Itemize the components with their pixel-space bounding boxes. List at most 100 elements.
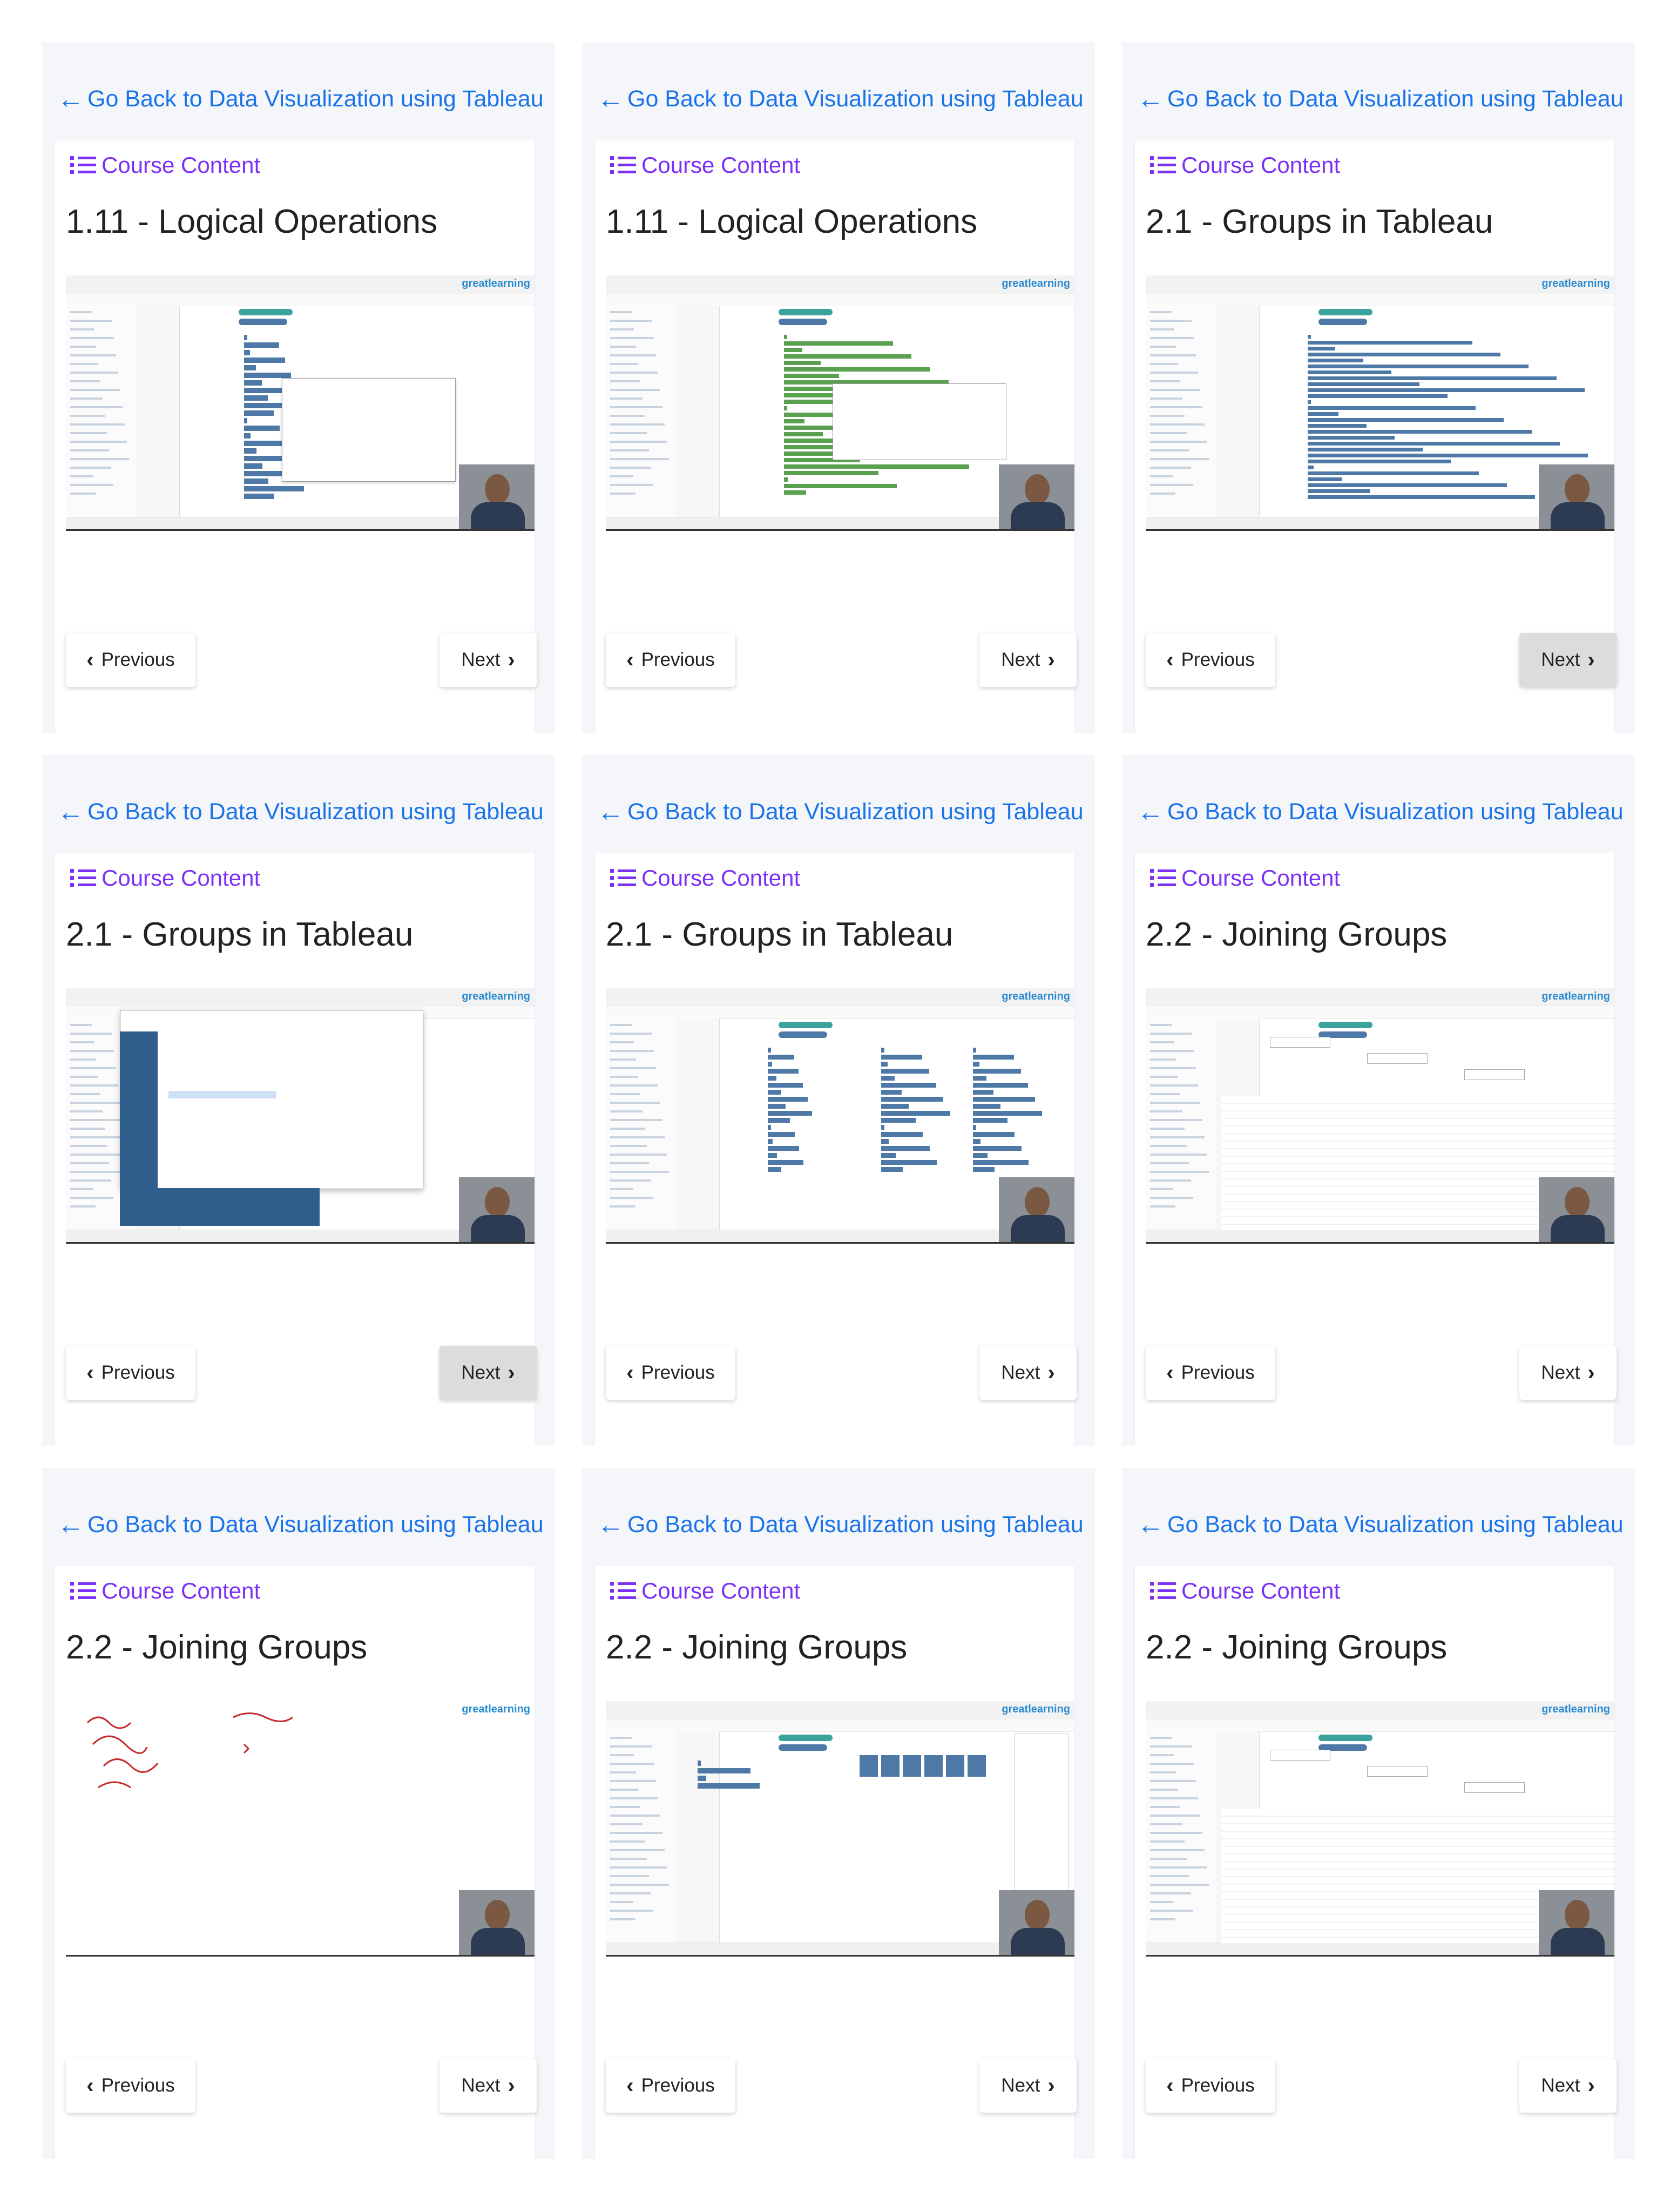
lesson-video[interactable]: greatlearning xyxy=(66,988,535,1244)
next-button[interactable]: Next › xyxy=(1519,1346,1617,1400)
lesson-video[interactable]: greatlearning xyxy=(1146,988,1614,1244)
chart-bar xyxy=(1308,335,1311,339)
previous-button[interactable]: ‹ Previous xyxy=(66,2059,195,2113)
chart-bar xyxy=(903,1755,921,1777)
chart-bar xyxy=(924,1755,943,1777)
next-button[interactable]: Next › xyxy=(439,633,537,687)
chart-bar xyxy=(244,448,256,454)
table-box xyxy=(1270,1750,1330,1761)
next-label: Next xyxy=(461,649,501,670)
chart-bar xyxy=(1308,388,1585,392)
back-link[interactable]: ← Go Back to Data Visualization using Tab… xyxy=(597,85,1084,112)
chart-bar xyxy=(881,1048,884,1053)
chart-bar xyxy=(768,1111,812,1116)
lesson-panel: ← Go Back to Data Visualization using Tab… xyxy=(42,42,555,733)
previous-label: Previous xyxy=(1181,2075,1255,2096)
chevron-right-icon: › xyxy=(508,2073,515,2098)
course-content-link[interactable]: Course Content xyxy=(1150,865,1340,891)
chart-bar xyxy=(698,1783,760,1789)
arrow-left-icon: ← xyxy=(597,1509,624,1540)
next-button[interactable]: Next › xyxy=(979,2059,1077,2113)
lesson-video[interactable]: greatlearning xyxy=(606,275,1074,531)
back-link[interactable]: ← Go Back to Data Visualization using Tab… xyxy=(1137,798,1624,825)
course-content-link[interactable]: Course Content xyxy=(1150,1578,1340,1604)
previous-button[interactable]: ‹ Previous xyxy=(66,633,195,687)
chart-bar xyxy=(784,419,804,423)
arrow-left-icon: ← xyxy=(57,797,84,827)
chart-bar xyxy=(973,1153,988,1158)
handwritten-notes xyxy=(86,1712,293,1789)
back-link-label: Go Back to Data Visualization using Tabl… xyxy=(627,85,1084,112)
lesson-video[interactable]: greatlearning xyxy=(606,988,1074,1244)
lesson-video[interactable]: greatlearning xyxy=(66,275,535,531)
previous-label: Previous xyxy=(1181,1362,1255,1383)
chart-bar xyxy=(973,1132,1015,1137)
back-link[interactable]: ← Go Back to Data Visualization using Tab… xyxy=(597,798,1084,825)
course-content-link[interactable]: Course Content xyxy=(610,1578,800,1604)
chart-bar xyxy=(244,410,274,416)
course-content-link[interactable]: Course Content xyxy=(610,865,800,891)
course-content-link[interactable]: Course Content xyxy=(70,865,260,891)
chart-bar xyxy=(881,1139,889,1144)
lesson-video[interactable]: greatlearning xyxy=(606,1701,1074,1957)
chart-bar xyxy=(1308,406,1476,410)
list-icon xyxy=(610,1580,636,1602)
chart-bar xyxy=(881,1097,943,1102)
previous-button[interactable]: ‹ Previous xyxy=(606,633,735,687)
chart-bar xyxy=(698,1768,750,1773)
back-link[interactable]: ← Go Back to Data Visualization using Tab… xyxy=(1137,85,1624,112)
next-button[interactable]: Next › xyxy=(1519,2059,1617,2113)
lesson-panel: ← Go Back to Data Visualization using Tab… xyxy=(582,1468,1095,2159)
tableau-shelves-pane xyxy=(1216,306,1260,517)
chart-bar xyxy=(973,1062,979,1067)
back-link[interactable]: ← Go Back to Data Visualization using Tab… xyxy=(57,798,544,825)
course-content-link[interactable]: Course Content xyxy=(70,152,260,178)
brand-logo: greatlearning xyxy=(1002,1703,1070,1715)
course-content-link[interactable]: Course Content xyxy=(70,1578,260,1604)
chart-bar xyxy=(768,1069,799,1074)
course-content-link[interactable]: Course Content xyxy=(1150,152,1340,178)
chart-bar xyxy=(784,432,823,436)
previous-button[interactable]: ‹ Previous xyxy=(1146,2059,1275,2113)
course-content-link[interactable]: Course Content xyxy=(610,152,800,178)
brand-logo: greatlearning xyxy=(462,278,530,289)
instructor-webcam xyxy=(999,1177,1074,1242)
previous-label: Previous xyxy=(641,2075,715,2096)
next-button[interactable]: Next › xyxy=(439,1346,537,1400)
next-button[interactable]: Next › xyxy=(979,633,1077,687)
previous-button[interactable]: ‹ Previous xyxy=(66,1346,195,1400)
chart-bar xyxy=(244,335,247,340)
chart-bar xyxy=(768,1076,776,1081)
lesson-title: 1.11 - Logical Operations xyxy=(606,203,978,240)
chart-bar xyxy=(1308,483,1507,487)
chart-bar xyxy=(1308,359,1363,362)
lesson-video[interactable]: greatlearning xyxy=(66,1701,535,1957)
next-button[interactable]: Next › xyxy=(439,2059,537,2113)
brand-logo: greatlearning xyxy=(1541,990,1610,1002)
previous-button[interactable]: ‹ Previous xyxy=(1146,633,1275,687)
list-icon xyxy=(1150,867,1176,889)
previous-button[interactable]: ‹ Previous xyxy=(606,2059,735,2113)
chart-bar xyxy=(973,1048,976,1053)
back-link[interactable]: ← Go Back to Data Visualization using Tab… xyxy=(597,1511,1084,1538)
previous-button[interactable]: ‹ Previous xyxy=(1146,1346,1275,1400)
back-link[interactable]: ← Go Back to Data Visualization using Tab… xyxy=(1137,1511,1624,1538)
previous-button[interactable]: ‹ Previous xyxy=(606,1346,735,1400)
lesson-video[interactable]: greatlearning xyxy=(1146,1701,1614,1957)
chart-bar xyxy=(768,1139,773,1144)
list-icon xyxy=(610,867,636,889)
instructor-webcam xyxy=(459,1177,535,1242)
course-content-label: Course Content xyxy=(641,865,801,891)
next-button[interactable]: Next › xyxy=(1519,633,1617,687)
list-icon xyxy=(1150,154,1176,176)
next-button[interactable]: Next › xyxy=(979,1346,1077,1400)
back-link-label: Go Back to Data Visualization using Tabl… xyxy=(87,85,544,112)
chart-bar xyxy=(1308,430,1532,434)
back-link[interactable]: ← Go Back to Data Visualization using Tab… xyxy=(57,1511,544,1538)
chart-bar xyxy=(768,1125,771,1130)
chart-bar xyxy=(881,1132,923,1137)
arrow-left-icon: ← xyxy=(1137,797,1164,827)
panel-grid: ← Go Back to Data Visualization using Tab… xyxy=(42,42,1635,2159)
back-link[interactable]: ← Go Back to Data Visualization using Tab… xyxy=(57,85,544,112)
lesson-video[interactable]: greatlearning xyxy=(1146,275,1614,531)
